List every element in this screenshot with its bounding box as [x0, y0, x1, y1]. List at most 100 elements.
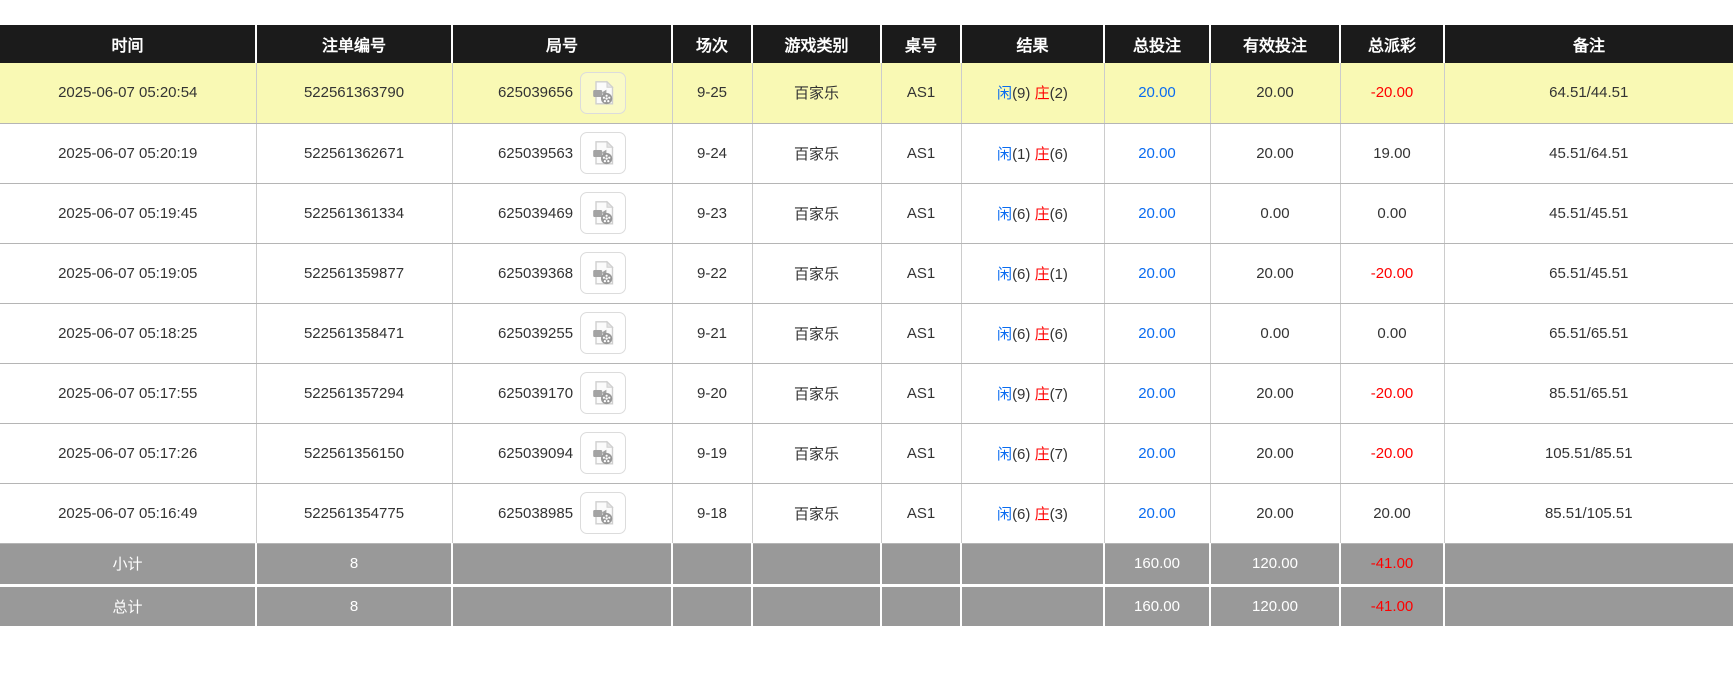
- cell-game-type: 百家乐: [752, 363, 882, 424]
- result-banker-points: (6): [1049, 325, 1068, 343]
- video-replay-button[interactable]: [580, 492, 627, 534]
- cell-valid-bet: 20.00: [1210, 423, 1341, 484]
- result-banker-label: 庄: [1034, 445, 1050, 463]
- cell-total-bet: 20.00: [1104, 363, 1211, 424]
- cell-table-no: AS1: [881, 483, 962, 544]
- video-replay-button[interactable]: [580, 71, 627, 114]
- cell-result: 闲(6) 庄(6): [961, 183, 1105, 244]
- header-row: 时间 注单编号 局号 场次 游戏类别 桌号 结果 总投注 有效投注 总派彩 备注: [0, 25, 1733, 63]
- cell-valid-bet: 20.00: [1210, 63, 1341, 124]
- cell-session: 9-25: [672, 63, 753, 124]
- cell-total-bet: 20.00: [1104, 423, 1211, 484]
- cell-game-type: 百家乐: [752, 483, 882, 544]
- cell-time: 2025-06-07 05:17:26: [0, 423, 257, 484]
- cell-bet-id: 522561354775: [256, 483, 453, 544]
- video-replay-button[interactable]: [580, 192, 627, 234]
- table-row[interactable]: 2025-06-07 05:20:19 522561362671 6250395…: [0, 123, 1733, 184]
- cell-payout: -20.00: [1340, 363, 1445, 424]
- video-file-icon: [589, 499, 617, 527]
- grand-total-remark: [1444, 585, 1733, 629]
- betting-records-page: 时间 注单编号 局号 场次 游戏类别 桌号 结果 总投注 有效投注 总派彩 备注…: [0, 0, 1733, 629]
- video-replay-button[interactable]: [580, 372, 627, 414]
- cell-payout: -20.00: [1340, 63, 1445, 124]
- table-body: 2025-06-07 05:20:54 522561363790 6250396…: [0, 63, 1733, 544]
- cell-table-no: AS1: [881, 63, 962, 124]
- round-number: 625039094: [497, 444, 574, 462]
- cell-round-id: 625039368: [452, 243, 673, 304]
- table-header: 时间 注单编号 局号 场次 游戏类别 桌号 结果 总投注 有效投注 总派彩 备注: [0, 25, 1733, 63]
- cell-total-bet: 20.00: [1104, 243, 1211, 304]
- cell-game-type: 百家乐: [752, 243, 882, 304]
- cell-payout: -20.00: [1340, 423, 1445, 484]
- result-player-points: (6): [1012, 325, 1031, 343]
- round-number: 625039469: [497, 204, 574, 222]
- result-banker-points: (2): [1049, 85, 1068, 103]
- table-row[interactable]: 2025-06-07 05:19:45 522561361334 6250394…: [0, 183, 1733, 244]
- grand-total-total-bet: 160.00: [1104, 585, 1211, 629]
- column-header-result: 结果: [961, 25, 1105, 63]
- cell-remark: 65.51/65.51: [1444, 303, 1733, 364]
- cell-session: 9-20: [672, 363, 753, 424]
- empty-cell: [452, 543, 673, 587]
- table-row[interactable]: 2025-06-07 05:18:25 522561358471 6250392…: [0, 303, 1733, 364]
- cell-valid-bet: 20.00: [1210, 243, 1341, 304]
- cell-bet-id: 522561362671: [256, 123, 453, 184]
- cell-bet-id: 522561357294: [256, 363, 453, 424]
- result-player-points: (6): [1012, 445, 1031, 463]
- cell-table-no: AS1: [881, 243, 962, 304]
- cell-valid-bet: 20.00: [1210, 123, 1341, 184]
- result-player-points: (9): [1012, 385, 1031, 403]
- result-banker-points: (6): [1049, 145, 1068, 163]
- table-row[interactable]: 2025-06-07 05:16:49 522561354775 6250389…: [0, 483, 1733, 544]
- table-row[interactable]: 2025-06-07 05:20:54 522561363790 6250396…: [0, 63, 1733, 124]
- video-replay-button[interactable]: [580, 312, 627, 354]
- subtotal-count: 8: [256, 543, 453, 587]
- cell-result: 闲(1) 庄(6): [961, 123, 1105, 184]
- empty-cell: [752, 543, 882, 587]
- cell-total-bet: 20.00: [1104, 183, 1211, 244]
- cell-time: 2025-06-07 05:19:05: [0, 243, 257, 304]
- cell-remark: 65.51/45.51: [1444, 243, 1733, 304]
- cell-remark: 45.51/45.51: [1444, 183, 1733, 244]
- cell-round-id: 625038985: [452, 483, 673, 544]
- table-row[interactable]: 2025-06-07 05:19:05 522561359877 6250393…: [0, 243, 1733, 304]
- result-banker-label: 庄: [1034, 265, 1050, 283]
- table-row[interactable]: 2025-06-07 05:17:26 522561356150 6250390…: [0, 423, 1733, 484]
- result-banker-points: (7): [1049, 445, 1068, 463]
- cell-remark: 85.51/65.51: [1444, 363, 1733, 424]
- table-row[interactable]: 2025-06-07 05:17:55 522561357294 6250391…: [0, 363, 1733, 424]
- video-replay-button[interactable]: [580, 252, 627, 294]
- cell-payout: -20.00: [1340, 243, 1445, 304]
- cell-valid-bet: 0.00: [1210, 183, 1341, 244]
- cell-result: 闲(9) 庄(2): [961, 63, 1105, 124]
- cell-valid-bet: 0.00: [1210, 303, 1341, 364]
- subtotal-remark: [1444, 543, 1733, 587]
- cell-table-no: AS1: [881, 423, 962, 484]
- column-header-round-id: 局号: [452, 25, 673, 63]
- round-number: 625039170: [497, 384, 574, 402]
- cell-round-id: 625039170: [452, 363, 673, 424]
- round-number: 625039656: [497, 84, 574, 102]
- subtotal-valid-bet: 120.00: [1210, 543, 1341, 587]
- cell-result: 闲(9) 庄(7): [961, 363, 1105, 424]
- betting-records-table: 时间 注单编号 局号 场次 游戏类别 桌号 结果 总投注 有效投注 总派彩 备注…: [0, 25, 1733, 629]
- grand-total-count: 8: [256, 585, 453, 629]
- cell-table-no: AS1: [881, 303, 962, 364]
- result-player-points: (6): [1012, 505, 1031, 523]
- result-banker-label: 庄: [1034, 85, 1050, 103]
- result-banker-points: (7): [1049, 385, 1068, 403]
- cell-total-bet: 20.00: [1104, 483, 1211, 544]
- cell-table-no: AS1: [881, 363, 962, 424]
- column-header-table-no: 桌号: [881, 25, 962, 63]
- video-replay-button[interactable]: [580, 432, 627, 474]
- cell-session: 9-22: [672, 243, 753, 304]
- video-file-icon: [589, 79, 617, 107]
- round-number: 625039563: [497, 144, 574, 162]
- grand-total-label: 总计: [0, 585, 257, 629]
- cell-session: 9-18: [672, 483, 753, 544]
- subtotal-total-bet: 160.00: [1104, 543, 1211, 587]
- cell-bet-id: 522561356150: [256, 423, 453, 484]
- video-replay-button[interactable]: [580, 132, 627, 174]
- result-player-label: 闲: [997, 505, 1013, 523]
- empty-cell: [881, 543, 962, 587]
